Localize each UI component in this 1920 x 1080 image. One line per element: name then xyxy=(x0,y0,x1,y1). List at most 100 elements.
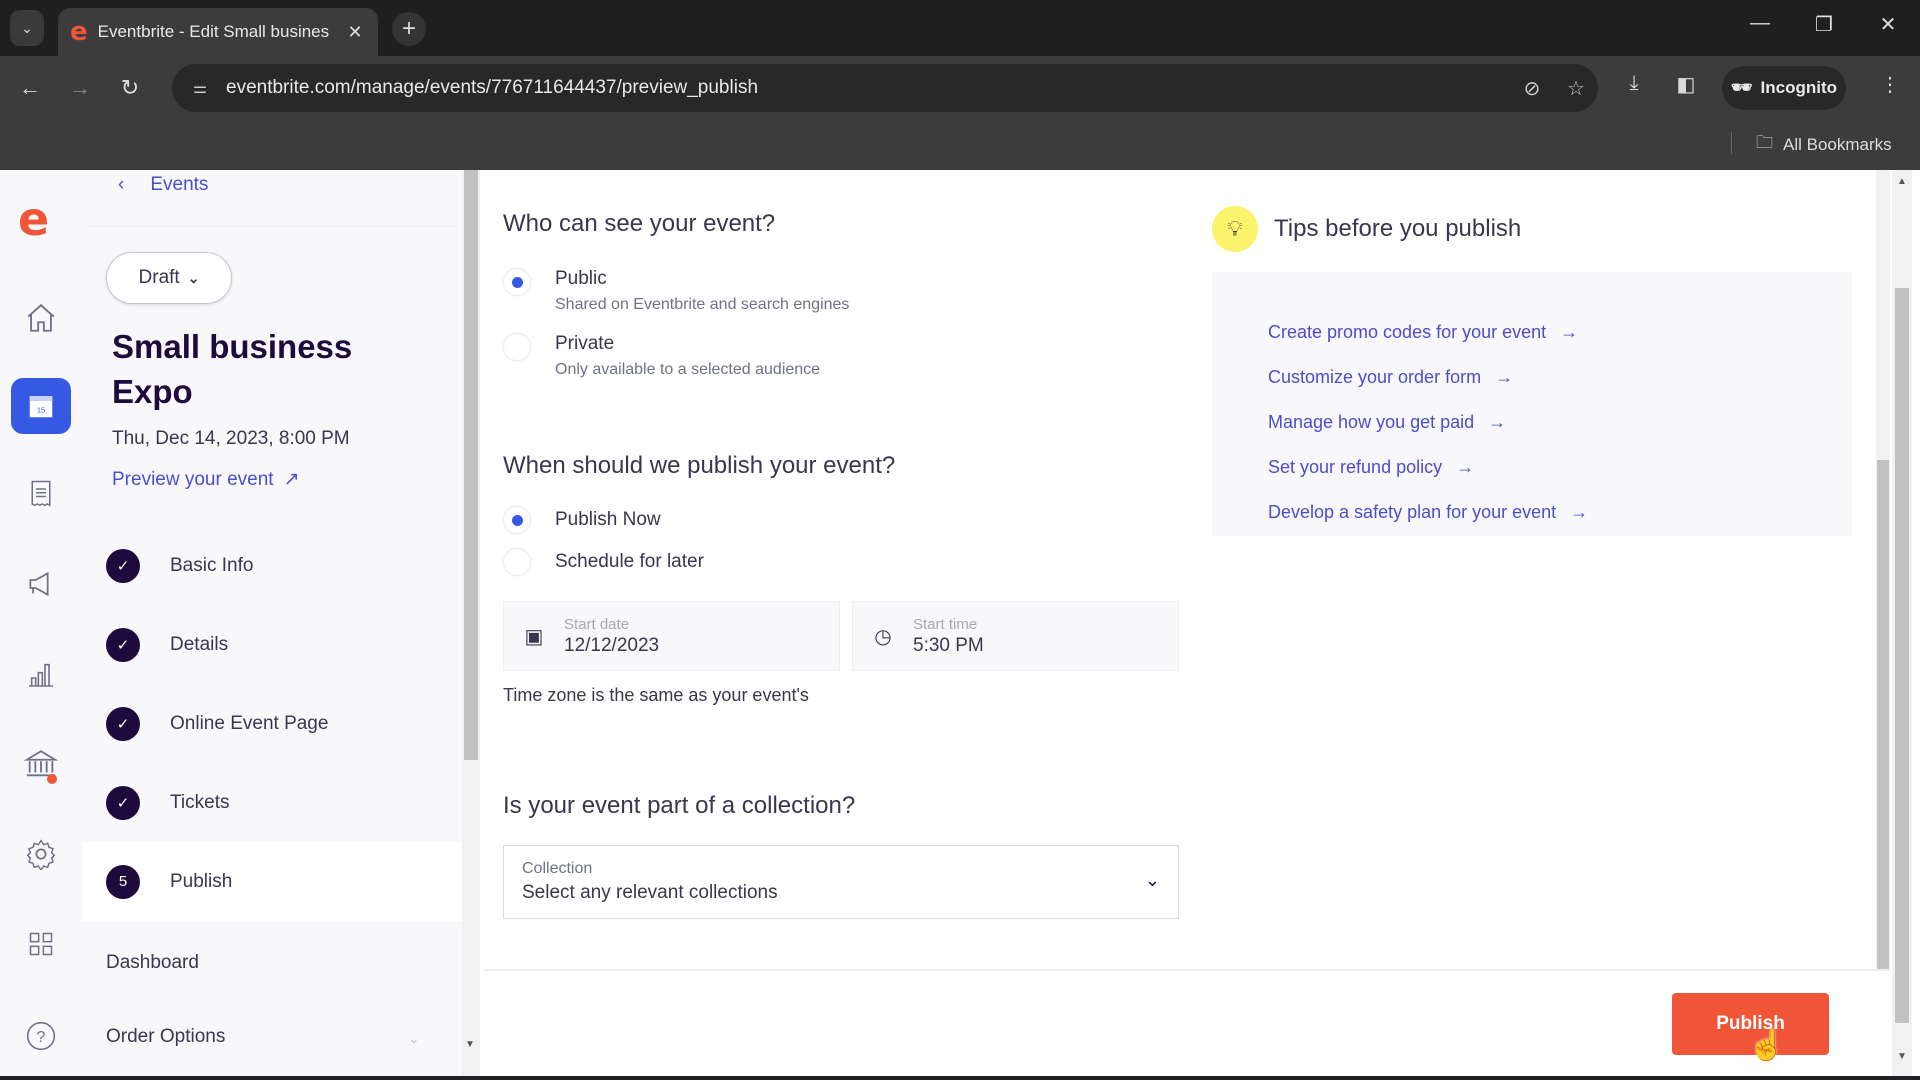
tip-label: Create promo codes for your event xyxy=(1268,322,1547,342)
event-title: Small business Expo xyxy=(112,328,353,410)
rail-home[interactable] xyxy=(11,290,71,346)
menu-icon[interactable]: ⋮ xyxy=(1872,72,1908,97)
address-bar[interactable]: ⚌ eventbrite.com/manage/events/776711644… xyxy=(172,64,1598,112)
step-online-event-page[interactable]: ✓ Online Event Page xyxy=(82,684,462,763)
rail-events[interactable]: 15 xyxy=(11,378,71,434)
site-info-icon[interactable]: ⚌ xyxy=(182,78,218,98)
step-label: Details xyxy=(170,633,229,655)
calendar-icon: 15 xyxy=(29,396,53,418)
receipt-icon xyxy=(31,480,51,507)
external-link-icon: ↗ xyxy=(283,469,300,490)
tip-link-promo-codes[interactable]: Create promo codes for your event → xyxy=(1268,310,1852,355)
radio-description: Shared on Eventbrite and search engines xyxy=(555,296,850,313)
close-tab-icon[interactable]: ✕ xyxy=(340,22,370,43)
radio-schedule-later[interactable]: Schedule for later xyxy=(503,548,704,576)
dashboard-link[interactable]: Dashboard xyxy=(106,952,199,974)
calendar-icon: ▣ xyxy=(524,625,544,648)
scrollbar-thumb[interactable] xyxy=(1895,288,1909,1023)
step-tickets[interactable]: ✓ Tickets xyxy=(82,763,462,842)
bookmarks-divider xyxy=(1731,132,1732,154)
bottom-edge xyxy=(0,1076,1920,1080)
restore-icon[interactable]: ❐ xyxy=(1804,12,1844,37)
content-scrollbar[interactable] xyxy=(1876,170,1890,970)
tips-title: Tips before you publish xyxy=(1274,215,1522,242)
incognito-button[interactable]: 🕶 Incognito xyxy=(1722,66,1846,110)
folder-icon: 🗀 xyxy=(1756,133,1773,152)
rail-apps[interactable] xyxy=(11,916,71,972)
radio-public[interactable]: Public Shared on Eventbrite and search e… xyxy=(503,268,849,314)
check-icon: ✓ xyxy=(106,785,140,820)
start-time-value[interactable]: 5:30 PM xyxy=(913,635,984,657)
publish-form: Who can see your event? Public Shared on… xyxy=(480,170,1876,970)
start-time-field[interactable]: ◷ Start time 5:30 PM xyxy=(852,601,1179,671)
tip-label: Develop a safety plan for your event xyxy=(1268,502,1557,522)
url-text[interactable]: eventbrite.com/manage/events/77671164443… xyxy=(226,77,1510,99)
eye-off-icon[interactable]: ⊘ xyxy=(1510,76,1554,101)
scroll-down-icon[interactable]: ▼ xyxy=(465,1039,475,1050)
plus-icon: + xyxy=(401,15,416,42)
rail-reporting[interactable] xyxy=(11,646,71,702)
radio-description: Only available to a selected audience xyxy=(555,361,821,378)
tip-link-get-paid[interactable]: Manage how you get paid → xyxy=(1268,400,1852,445)
field-label: Start date xyxy=(564,615,630,633)
page-scrollbar[interactable]: ▲ ▼ xyxy=(1892,170,1912,1076)
rail-orders[interactable] xyxy=(11,466,71,522)
tip-link-safety-plan[interactable]: Develop a safety plan for your event → xyxy=(1268,490,1852,535)
all-bookmarks-label: All Bookmarks xyxy=(1783,134,1892,154)
radio-button[interactable] xyxy=(503,506,531,534)
start-date-field[interactable]: ▣ Start date 12/12/2023 xyxy=(503,601,840,671)
arrow-right-icon: → xyxy=(1495,367,1514,387)
back-to-events-link[interactable]: ‹ Events xyxy=(118,174,208,196)
start-date-value[interactable]: 12/12/2023 xyxy=(564,635,659,657)
collection-select[interactable]: Collection Select any relevant collectio… xyxy=(503,845,1179,919)
arrow-right-icon: → xyxy=(1488,412,1507,432)
scrollbar-thumb[interactable] xyxy=(464,170,478,760)
step-label: Tickets xyxy=(170,791,230,813)
publish-time-heading: When should we publish your event? xyxy=(503,452,896,479)
all-bookmarks-button[interactable]: 🗀 All Bookmarks xyxy=(1756,130,1892,159)
scrollbar-thumb[interactable] xyxy=(1877,460,1889,970)
back-icon[interactable]: ← xyxy=(12,70,48,106)
step-details[interactable]: ✓ Details xyxy=(82,605,462,684)
event-sidebar: ‹ Events Draft ⌄ Small business Expo Thu… xyxy=(82,170,462,1076)
scroll-up-icon[interactable]: ▲ xyxy=(1897,176,1907,187)
star-icon[interactable]: ☆ xyxy=(1554,76,1598,101)
check-icon: ✓ xyxy=(106,706,140,741)
radio-button[interactable] xyxy=(503,548,531,576)
preview-event-link[interactable]: Preview your event ↗ xyxy=(112,468,300,491)
bookmarks-bar: 🗀 All Bookmarks xyxy=(0,120,1920,170)
order-options-link[interactable]: Order Options xyxy=(106,1026,225,1048)
radio-button[interactable] xyxy=(503,268,531,296)
new-tab-button[interactable]: + xyxy=(392,12,426,46)
rail-finance[interactable] xyxy=(11,736,71,792)
tip-link-refund-policy[interactable]: Set your refund policy → xyxy=(1268,445,1852,490)
timezone-note: Time zone is the same as your event's xyxy=(503,685,809,705)
close-window-icon[interactable]: ✕ xyxy=(1868,12,1908,37)
rail-settings[interactable] xyxy=(11,826,71,882)
step-publish[interactable]: 5 Publish xyxy=(82,842,462,921)
svg-text:15: 15 xyxy=(37,405,45,414)
rail-marketing[interactable] xyxy=(11,556,71,612)
download-icon[interactable]: ⤓ xyxy=(1616,72,1652,95)
reload-icon[interactable]: ↻ xyxy=(112,70,148,106)
status-dropdown[interactable]: Draft ⌄ xyxy=(106,252,232,304)
radio-publish-now[interactable]: Publish Now xyxy=(503,506,661,534)
minimize-icon[interactable]: — xyxy=(1740,12,1780,35)
check-icon: ✓ xyxy=(106,627,140,662)
rail-help[interactable]: ? xyxy=(11,1008,71,1064)
eventbrite-logo[interactable]: e xyxy=(18,196,49,242)
tab-search-button[interactable]: ⌄ xyxy=(10,10,44,46)
step-basic-info[interactable]: ✓ Basic Info xyxy=(82,526,462,605)
tip-link-order-form[interactable]: Customize your order form → xyxy=(1268,355,1852,400)
sidebar-scrollbar[interactable]: ▼ xyxy=(462,170,480,1076)
radio-private[interactable]: Private Only available to a selected aud… xyxy=(503,333,820,379)
forward-icon[interactable]: → xyxy=(62,70,98,106)
collection-placeholder: Select any relevant collections xyxy=(522,882,778,903)
browser-tab[interactable]: e Eventbrite - Edit Small busines ✕ xyxy=(58,8,378,56)
radio-button[interactable] xyxy=(503,333,531,361)
scroll-down-icon[interactable]: ▼ xyxy=(1897,1051,1907,1062)
apps-grid-icon xyxy=(29,932,53,956)
arrow-right-icon: → xyxy=(1570,502,1589,522)
notification-dot xyxy=(47,774,57,784)
side-panel-icon[interactable]: ◧ xyxy=(1668,72,1704,97)
